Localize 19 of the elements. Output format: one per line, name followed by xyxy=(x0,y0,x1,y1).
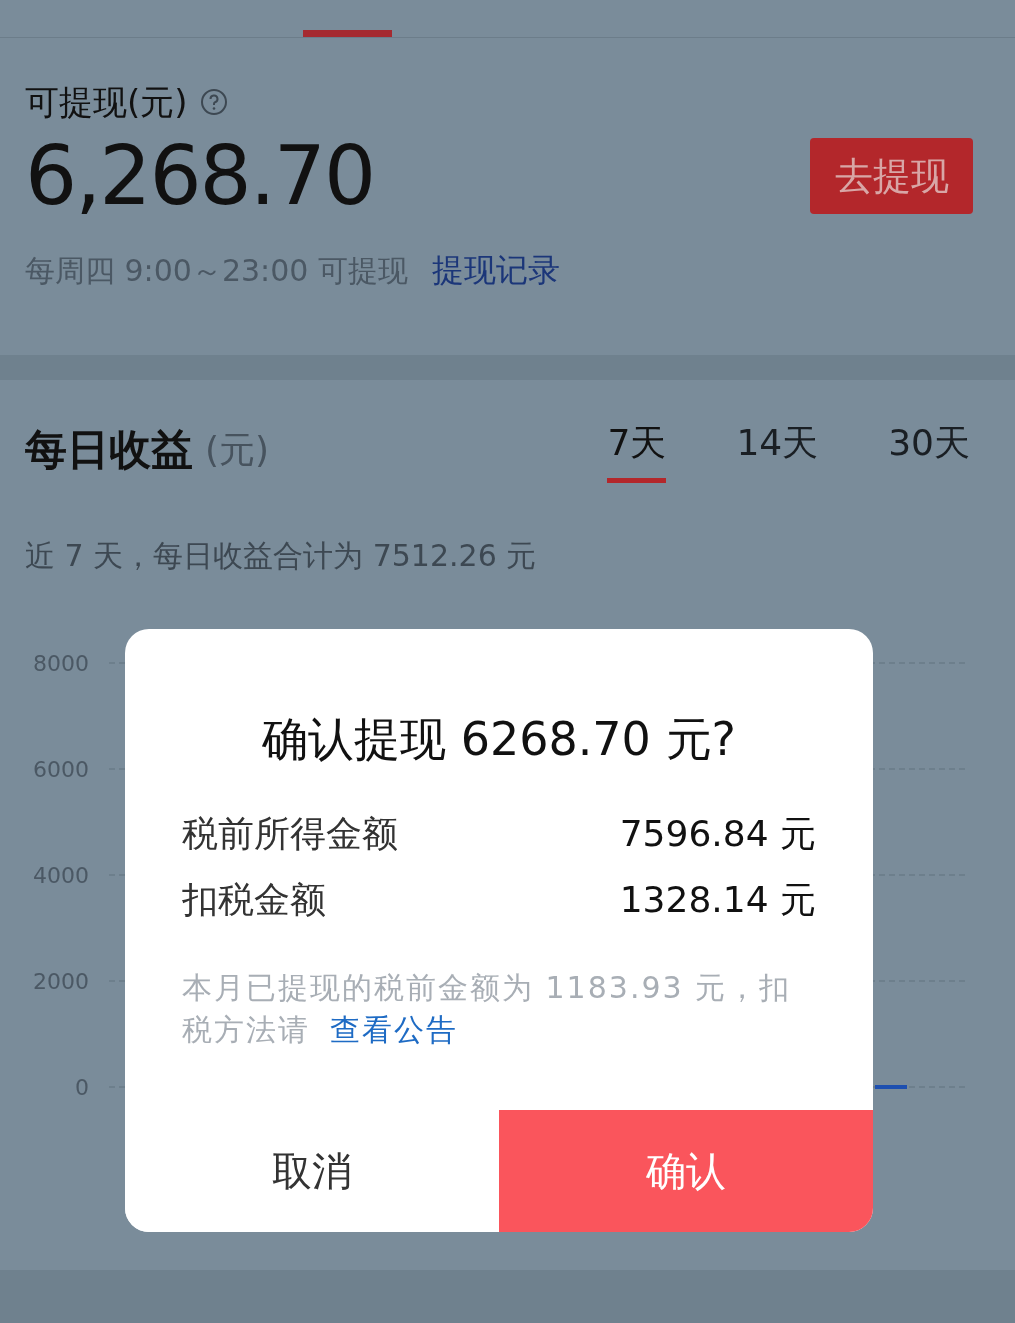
dialog-title: 确认提现 6268.70 元? xyxy=(261,711,737,768)
row-label: 税前所得金额 xyxy=(182,812,398,856)
announcement-link[interactable]: 查看公告 xyxy=(329,1012,458,1047)
section-unit: (元) xyxy=(205,427,270,472)
earnings-summary: 近 7 天，每日收益合计为 7512.26 元 xyxy=(25,537,538,575)
balance-label: 可提现(元) xyxy=(25,81,188,124)
row-value: 1328.14 元 xyxy=(619,878,816,922)
period-tab[interactable]: 30天 xyxy=(888,416,970,483)
period-tab[interactable]: 14天 xyxy=(736,416,819,483)
balance-amount: 6,268.70 xyxy=(25,128,375,224)
help-icon[interactable] xyxy=(199,88,228,116)
withdraw-history-link[interactable]: 提现记录 xyxy=(431,246,560,294)
section-title: 每日收益 xyxy=(25,424,193,476)
period-tab[interactable]: 7天 xyxy=(607,416,667,483)
tax-note: 本月已提现的税前金额为 1183.93 元，扣税方法请 查看公告 xyxy=(182,969,793,1049)
row-value: 7596.84 元 xyxy=(619,812,816,856)
confirm-button[interactable]: 确认 xyxy=(499,1110,873,1232)
withdraw-button[interactable]: 去提现 xyxy=(810,138,973,214)
row-label: 扣税金额 xyxy=(182,878,326,922)
